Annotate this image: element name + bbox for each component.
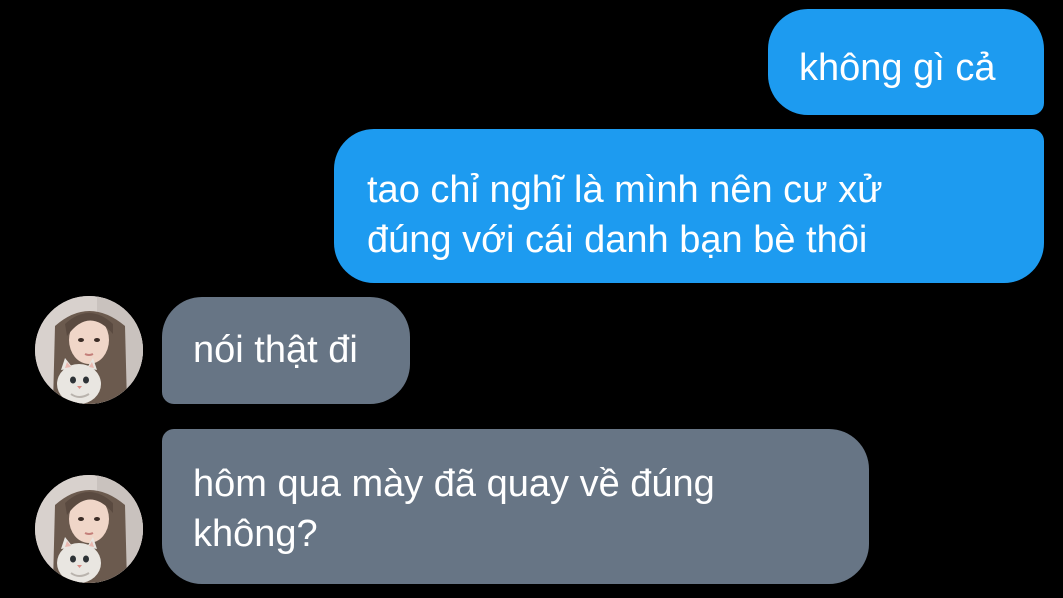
chat-thread: không gì cả tao chỉ nghĩ là mình nên cư … xyxy=(0,0,1063,598)
avatar-photo-icon xyxy=(35,475,143,583)
avatar-photo-icon xyxy=(35,296,143,404)
outgoing-message-bubble[interactable]: tao chỉ nghĩ là mình nên cư xử đúng với … xyxy=(334,129,1044,283)
contact-avatar[interactable] xyxy=(35,475,143,583)
incoming-message-bubble[interactable]: nói thật đi xyxy=(162,297,410,404)
contact-avatar[interactable] xyxy=(35,296,143,404)
outgoing-message-bubble[interactable]: không gì cả xyxy=(768,9,1044,115)
incoming-message-bubble[interactable]: hôm qua mày đã quay về đúng không? xyxy=(162,429,869,584)
